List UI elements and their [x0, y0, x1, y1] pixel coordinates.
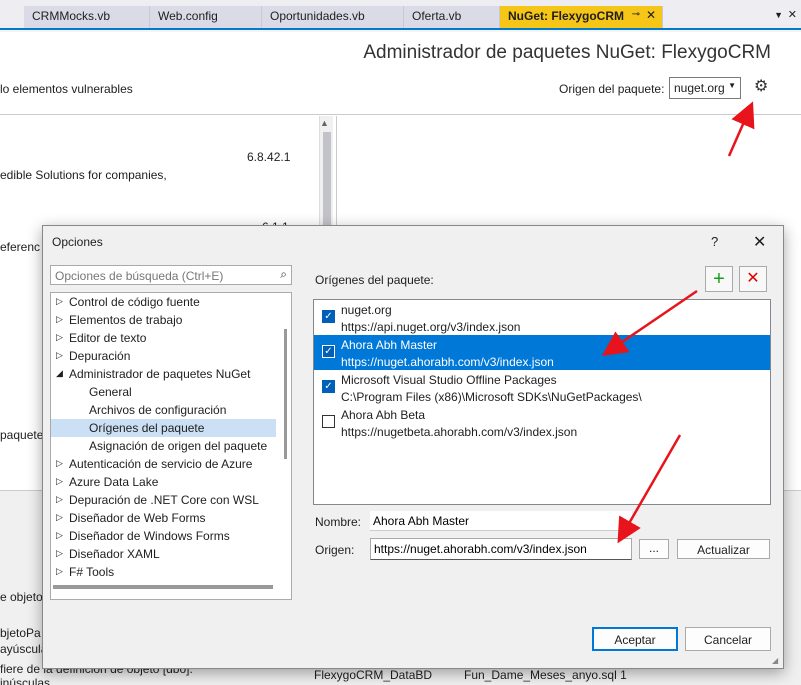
package-sources-list: ✓ nuget.org https://api.nuget.org/v3/ind… — [313, 299, 771, 505]
remove-source-button[interactable]: ✕ — [739, 266, 767, 292]
source-checkbox[interactable] — [322, 415, 335, 428]
page-title: Administrador de paquetes NuGet: Flexygo… — [363, 42, 771, 63]
source-item-ahora-abh-beta[interactable]: Ahora Abh Beta https://nugetbeta.ahorabh… — [314, 405, 770, 440]
status-file: Fun_Dame_Meses_anyo.sql 1 — [464, 668, 627, 682]
cancel-button[interactable]: Cancelar — [685, 627, 771, 651]
source-checkbox[interactable]: ✓ — [322, 345, 335, 358]
tree-item-azure-data-lake[interactable]: ▷ Azure Data Lake — [51, 473, 276, 491]
tab-oportunidades[interactable]: Oportunidades.vb — [262, 6, 404, 28]
tab-web-config[interactable]: Web.config — [150, 6, 262, 28]
vulnerable-filter-label[interactable]: lo elementos vulnerables — [0, 82, 133, 96]
document-tab-strip: CRMMocks.vb Web.config Oportunidades.vb … — [0, 0, 801, 30]
tree-item-archivos-configuracion[interactable]: Archivos de configuración — [51, 401, 276, 419]
status-database: FlexygoCRM_DataBD — [314, 668, 433, 682]
tree-item-origenes-paquete[interactable]: Orígenes del paquete — [51, 419, 276, 437]
browse-button[interactable]: ... — [639, 539, 669, 559]
expand-arrow-icon[interactable]: ▷ — [56, 548, 63, 559]
collapse-arrow-icon[interactable]: ◢ — [56, 368, 63, 379]
tree-item-control-codigo-fuente[interactable]: ▷ Control de código fuente — [51, 293, 276, 311]
tab-nuget-flexygocrm[interactable]: NuGet: FlexygoCRM ⊸ ✕ — [500, 6, 663, 28]
expand-arrow-icon[interactable]: ▷ — [56, 566, 63, 577]
pin-icon[interactable]: ⊸ — [632, 9, 640, 20]
search-icon: ⌕ — [280, 267, 287, 281]
ok-button[interactable]: Aceptar — [592, 627, 678, 651]
close-icon[interactable]: ✕ — [788, 8, 797, 21]
tree-item-depuracion[interactable]: ▷ Depuración — [51, 347, 276, 365]
tab-crmmocks[interactable]: CRMMocks.vb — [24, 6, 150, 28]
output-line: ayúscula — [0, 642, 48, 656]
close-tab-icon[interactable]: ✕ — [646, 8, 656, 22]
tree-item-xaml[interactable]: ▷ Diseñador XAML — [51, 545, 276, 563]
source-checkbox[interactable]: ✓ — [322, 380, 335, 393]
close-icon: ✕ — [746, 270, 760, 287]
tree-item-web-forms[interactable]: ▷ Diseñador de Web Forms — [51, 509, 276, 527]
resize-grip-icon[interactable]: ◢ — [772, 656, 778, 665]
source-item-vs-offline[interactable]: ✓ Microsoft Visual Studio Offline Packag… — [314, 370, 770, 405]
close-dialog-button[interactable]: ✕ — [753, 232, 766, 252]
output-line: bjetoPa — [0, 626, 41, 640]
expand-arrow-icon[interactable]: ▷ — [56, 494, 63, 505]
options-search-input[interactable]: Opciones de búsqueda (Ctrl+E) ⌕ — [50, 265, 292, 285]
tree-scrollbar[interactable] — [281, 293, 291, 599]
tree-item-editor-texto[interactable]: ▷ Editor de texto — [51, 329, 276, 347]
package-source-label: Origen del paquete: — [559, 82, 665, 96]
tree-item-asignacion-origen[interactable]: Asignación de origen del paquete — [51, 437, 276, 455]
name-label: Nombre: — [315, 515, 362, 529]
expand-arrow-icon[interactable]: ▷ — [56, 296, 63, 307]
tree-item-nuget[interactable]: ◢ Administrador de paquetes NuGet — [51, 365, 276, 383]
tree-item-windows-forms[interactable]: ▷ Diseñador de Windows Forms — [51, 527, 276, 545]
expand-arrow-icon[interactable]: ▷ — [56, 350, 63, 361]
tree-item-depuracion-net-core[interactable]: ▷ Depuración de .NET Core con WSL — [51, 491, 276, 509]
tree-item-fsharp-tools[interactable]: ▷ F# Tools — [51, 563, 276, 581]
output-line: inúsculas — [0, 676, 51, 685]
chevron-down-icon: ▼ — [728, 81, 736, 90]
package-version: 6.8.42.1 — [247, 150, 291, 164]
tree-horizontal-scrollbar[interactable] — [53, 585, 273, 589]
source-item-ahora-abh-master[interactable]: ✓ Ahora Abh Master https://nuget.ahorabh… — [314, 335, 770, 370]
dialog-title: Opciones — [52, 235, 103, 249]
tab-dropdown-icon[interactable]: ▼ — [774, 10, 783, 20]
expand-arrow-icon[interactable]: ▷ — [56, 476, 63, 487]
tab-oferta[interactable]: Oferta.vb — [404, 6, 500, 28]
divider — [0, 114, 801, 115]
source-url-field[interactable] — [370, 538, 632, 560]
tree-item-autenticacion-azure[interactable]: ▷ Autenticación de servicio de Azure — [51, 455, 276, 473]
add-source-button[interactable]: + — [705, 266, 733, 292]
scrollbar-thumb[interactable] — [284, 329, 287, 459]
expand-arrow-icon[interactable]: ▷ — [56, 530, 63, 541]
expand-arrow-icon[interactable]: ▷ — [56, 512, 63, 523]
package-description: eferenc — [0, 240, 41, 254]
source-item-nuget-org[interactable]: ✓ nuget.org https://api.nuget.org/v3/ind… — [314, 300, 770, 335]
options-tree: ▷ Control de código fuente ▷ Elementos de … — [50, 292, 292, 600]
source-name-field[interactable] — [370, 511, 632, 531]
scroll-up-icon[interactable]: ▲ — [320, 118, 329, 128]
origin-label: Origen: — [315, 543, 355, 557]
tree-item-general[interactable]: General — [51, 383, 276, 401]
expand-arrow-icon[interactable]: ▷ — [56, 458, 63, 469]
source-checkbox[interactable]: ✓ — [322, 310, 335, 323]
expand-arrow-icon[interactable]: ▷ — [56, 314, 63, 325]
sources-heading: Orígenes del paquete: — [315, 273, 434, 287]
package-description: edible Solutions for companies, — [0, 168, 167, 182]
help-button[interactable]: ? — [711, 234, 718, 249]
options-dialog: Opciones ? ✕ Opciones de búsqueda (Ctrl+… — [42, 225, 784, 669]
plus-icon: + — [713, 268, 725, 290]
tree-item-elementos-trabajo[interactable]: ▷ Elementos de trabajo — [51, 311, 276, 329]
update-button[interactable]: Actualizar — [677, 539, 770, 559]
package-source-select[interactable]: nuget.org ▼ — [669, 77, 741, 99]
gear-icon[interactable]: ⚙ — [754, 76, 768, 96]
expand-arrow-icon[interactable]: ▷ — [56, 332, 63, 343]
output-line: e objeto — [0, 590, 43, 604]
